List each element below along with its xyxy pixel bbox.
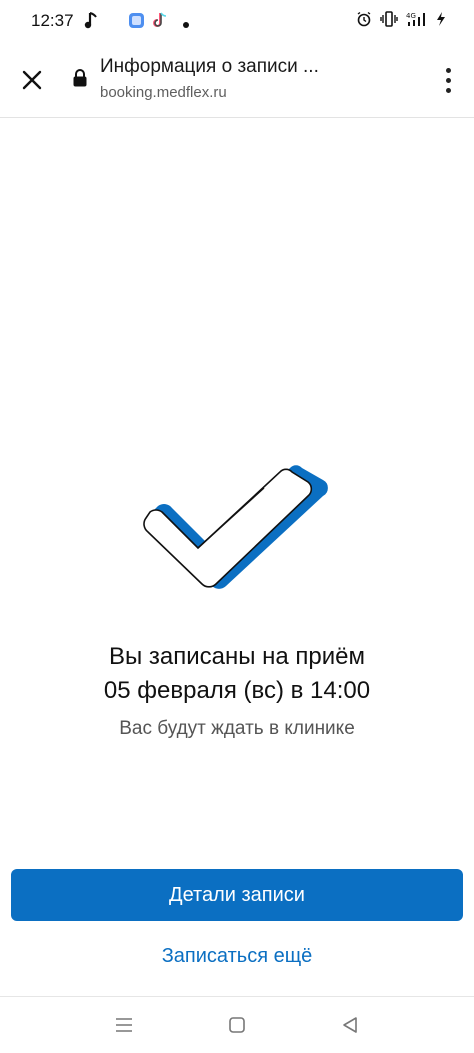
page-title-block: Информация о записи ... booking.medflex.…: [100, 56, 400, 101]
book-again-link[interactable]: Записаться ещё: [0, 945, 474, 968]
close-icon: [22, 70, 42, 90]
confirmation-headline: Вы записаны на приём: [108, 643, 366, 670]
menu-lines-icon: [116, 1018, 132, 1032]
home-button[interactable]: [224, 1013, 250, 1037]
home-square-icon: [229, 1017, 245, 1033]
more-vert-icon: [445, 67, 451, 73]
lock-icon: [72, 68, 88, 88]
more-options-button[interactable]: [440, 62, 456, 98]
charging-icon: [436, 11, 446, 32]
system-status-icons: 4G: [356, 11, 446, 32]
app-icon: [128, 12, 145, 34]
tiktok-icon: [152, 11, 168, 34]
svg-text:4G: 4G: [406, 12, 416, 20]
recent-apps-button[interactable]: [111, 1013, 137, 1037]
system-nav-bar: [0, 996, 474, 1053]
back-button[interactable]: [337, 1013, 363, 1037]
appointment-datetime: 05 февраля (вс) в 14:00: [103, 677, 371, 704]
status-bar: 12:37 4G: [0, 0, 474, 42]
back-triangle-icon: [343, 1017, 357, 1033]
page-url: booking.medflex.ru: [100, 84, 227, 101]
appointment-details-button[interactable]: Детали записи: [11, 869, 463, 921]
success-checkmark-icon: [143, 465, 328, 589]
browser-header: Информация о записи ... booking.medflex.…: [0, 42, 474, 118]
dot-icon: [182, 16, 190, 34]
music-note-icon: [84, 10, 98, 35]
confirmation-subtitle: Вас будут ждать в клинике: [119, 718, 355, 739]
alarm-icon: [356, 11, 372, 32]
close-button[interactable]: [14, 62, 50, 98]
status-time: 12:37: [31, 11, 74, 30]
signal-4g-icon: 4G: [406, 11, 428, 32]
vibrate-icon: [380, 11, 398, 32]
page-title: Информация о записи ...: [100, 56, 319, 77]
